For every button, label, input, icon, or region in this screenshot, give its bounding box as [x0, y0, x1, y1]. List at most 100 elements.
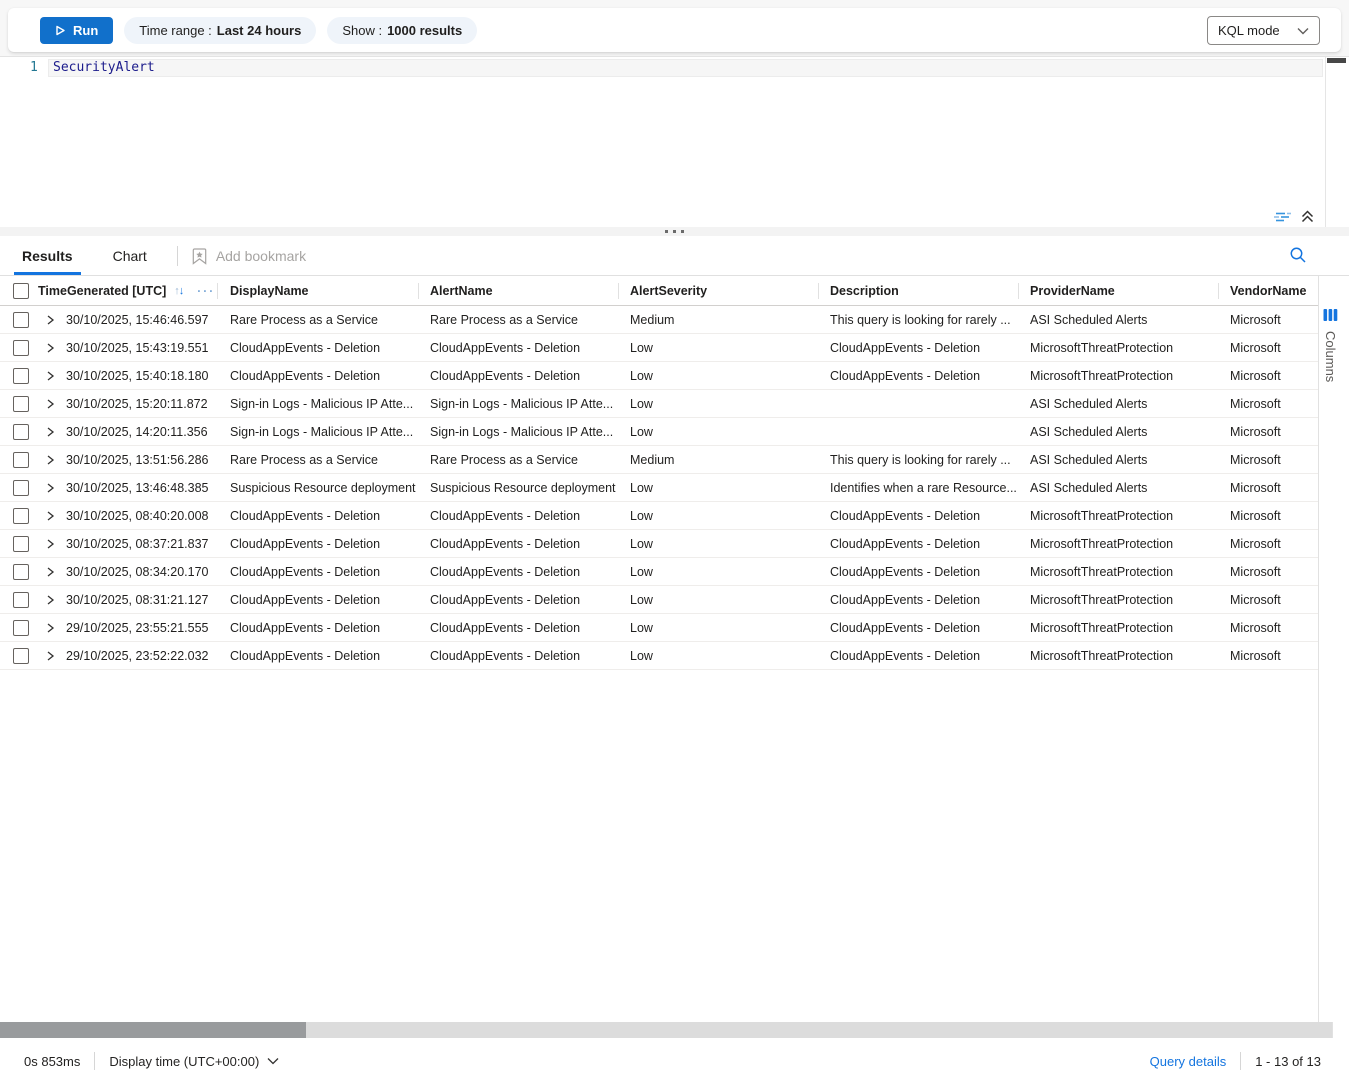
expand-row-button[interactable] [36, 455, 64, 465]
table-row[interactable]: 30/10/2025, 08:37:21.837CloudAppEvents -… [0, 530, 1318, 558]
expand-row-button[interactable] [36, 567, 64, 577]
display-time-dropdown[interactable]: Display time (UTC+00:00) [109, 1054, 279, 1069]
table-row[interactable]: 30/10/2025, 15:46:46.597Rare Process as … [0, 306, 1318, 334]
row-checkbox[interactable] [13, 368, 29, 384]
expand-row-button[interactable] [36, 371, 64, 381]
row-checkbox[interactable] [13, 508, 29, 524]
cell-provider: ASI Scheduled Alerts [1018, 453, 1218, 467]
chevron-right-icon [45, 483, 55, 493]
table-row[interactable]: 30/10/2025, 08:40:20.008CloudAppEvents -… [0, 502, 1318, 530]
row-checkbox[interactable] [13, 620, 29, 636]
table-row[interactable]: 30/10/2025, 14:20:11.356Sign-in Logs - M… [0, 418, 1318, 446]
double-chevron-up-icon [1300, 209, 1315, 224]
add-bookmark-button[interactable]: Add bookmark [192, 248, 306, 265]
add-bookmark-label: Add bookmark [216, 248, 306, 264]
expand-row-button[interactable] [36, 595, 64, 605]
table-row[interactable]: 29/10/2025, 23:52:22.032CloudAppEvents -… [0, 642, 1318, 670]
cell-severity: Low [618, 565, 818, 579]
expand-row-button[interactable] [36, 651, 64, 661]
tab-chart-label: Chart [113, 248, 147, 264]
column-menu-icon[interactable]: ··· [197, 284, 215, 298]
cell-vendor: Microsoft [1218, 313, 1318, 327]
cell-alert-name: Sign-in Logs - Malicious IP Atte... [418, 425, 618, 439]
chevron-right-icon [45, 539, 55, 549]
cell-severity: Low [618, 425, 818, 439]
header-providername[interactable]: ProviderName [1018, 276, 1218, 305]
table-row[interactable]: 30/10/2025, 15:20:11.872Sign-in Logs - M… [0, 390, 1318, 418]
expand-row-button[interactable] [36, 539, 64, 549]
collapse-editor-button[interactable] [1300, 209, 1315, 224]
table-row[interactable]: 30/10/2025, 13:46:48.385Suspicious Resou… [0, 474, 1318, 502]
table-header-row: TimeGenerated [UTC] ↑↓ ··· DisplayName A… [0, 276, 1318, 306]
editor-scrollbar-track[interactable] [1325, 57, 1326, 229]
expand-row-button[interactable] [36, 427, 64, 437]
statusbar-divider [94, 1052, 95, 1070]
header-vendorname[interactable]: VendorName [1218, 276, 1318, 305]
format-query-button[interactable] [1273, 210, 1292, 224]
cell-display-name: Rare Process as a Service [218, 313, 418, 327]
expand-row-button[interactable] [36, 315, 64, 325]
tab-results[interactable]: Results [14, 237, 81, 275]
row-checkbox[interactable] [13, 340, 29, 356]
header-timegenerated[interactable]: TimeGenerated [UTC] ↑↓ ··· [36, 276, 218, 305]
row-checkbox[interactable] [13, 536, 29, 552]
panel-resize-handle[interactable] [0, 227, 1349, 236]
kql-mode-select[interactable]: KQL mode [1207, 16, 1320, 45]
query-input[interactable]: SecurityAlert [53, 60, 155, 75]
display-time-label: Display time (UTC+00:00) [109, 1054, 259, 1069]
cell-display-name: CloudAppEvents - Deletion [218, 369, 418, 383]
cell-provider: ASI Scheduled Alerts [1018, 425, 1218, 439]
table-row[interactable]: 30/10/2025, 08:31:21.127CloudAppEvents -… [0, 586, 1318, 614]
cell-provider: MicrosoftThreatProtection [1018, 509, 1218, 523]
query-editor[interactable]: 1 SecurityAlert [0, 56, 1349, 228]
query-duration: 0s 853ms [24, 1054, 80, 1069]
expand-row-button[interactable] [36, 343, 64, 353]
row-checkbox[interactable] [13, 424, 29, 440]
row-checkbox[interactable] [13, 312, 29, 328]
sort-icon[interactable]: ↑↓ [174, 285, 183, 297]
table-row[interactable]: 30/10/2025, 08:34:20.170CloudAppEvents -… [0, 558, 1318, 586]
cell-severity: Low [618, 397, 818, 411]
run-button[interactable]: Run [40, 17, 113, 44]
row-checkbox[interactable] [13, 480, 29, 496]
header-alertseverity[interactable]: AlertSeverity [618, 276, 818, 305]
row-checkbox[interactable] [13, 564, 29, 580]
show-results-pill[interactable]: Show : 1000 results [327, 17, 477, 44]
row-checkbox[interactable] [13, 396, 29, 412]
cell-provider: MicrosoftThreatProtection [1018, 537, 1218, 551]
query-details-link[interactable]: Query details [1150, 1054, 1227, 1069]
horizontal-scrollbar-track[interactable] [0, 1022, 1332, 1038]
cell-severity: Low [618, 341, 818, 355]
horizontal-scrollbar-thumb[interactable] [0, 1022, 306, 1038]
expand-row-button[interactable] [36, 623, 64, 633]
row-checkbox-cell [0, 424, 36, 440]
header-displayname[interactable]: DisplayName [218, 276, 418, 305]
time-range-pill[interactable]: Time range : Last 24 hours [124, 17, 316, 44]
row-checkbox[interactable] [13, 592, 29, 608]
editor-scrollbar-thumb[interactable] [1327, 58, 1346, 63]
select-all-checkbox[interactable] [13, 283, 29, 299]
results-table: TimeGenerated [UTC] ↑↓ ··· DisplayName A… [0, 276, 1318, 670]
cell-description: CloudAppEvents - Deletion [818, 509, 1018, 523]
table-row[interactable]: 30/10/2025, 13:51:56.286Rare Process as … [0, 446, 1318, 474]
header-description[interactable]: Description [818, 276, 1018, 305]
columns-panel-tab[interactable]: Columns [1318, 276, 1342, 1022]
search-results-button[interactable] [1289, 246, 1307, 264]
table-row[interactable]: 29/10/2025, 23:55:21.555CloudAppEvents -… [0, 614, 1318, 642]
row-checkbox[interactable] [13, 452, 29, 468]
expand-row-button[interactable] [36, 511, 64, 521]
tab-chart[interactable]: Chart [105, 237, 155, 275]
table-row[interactable]: 30/10/2025, 15:43:19.551CloudAppEvents -… [0, 334, 1318, 362]
expand-row-button[interactable] [36, 399, 64, 409]
chevron-right-icon [45, 455, 55, 465]
header-alertname[interactable]: AlertName [418, 276, 618, 305]
row-checkbox[interactable] [13, 648, 29, 664]
scrollbar-corner [1332, 1022, 1349, 1038]
cell-time: 30/10/2025, 15:40:18.180 [64, 369, 218, 383]
cell-vendor: Microsoft [1218, 537, 1318, 551]
format-lines-icon [1273, 210, 1292, 224]
chevron-right-icon [45, 371, 55, 381]
cell-severity: Low [618, 593, 818, 607]
table-row[interactable]: 30/10/2025, 15:40:18.180CloudAppEvents -… [0, 362, 1318, 390]
expand-row-button[interactable] [36, 483, 64, 493]
